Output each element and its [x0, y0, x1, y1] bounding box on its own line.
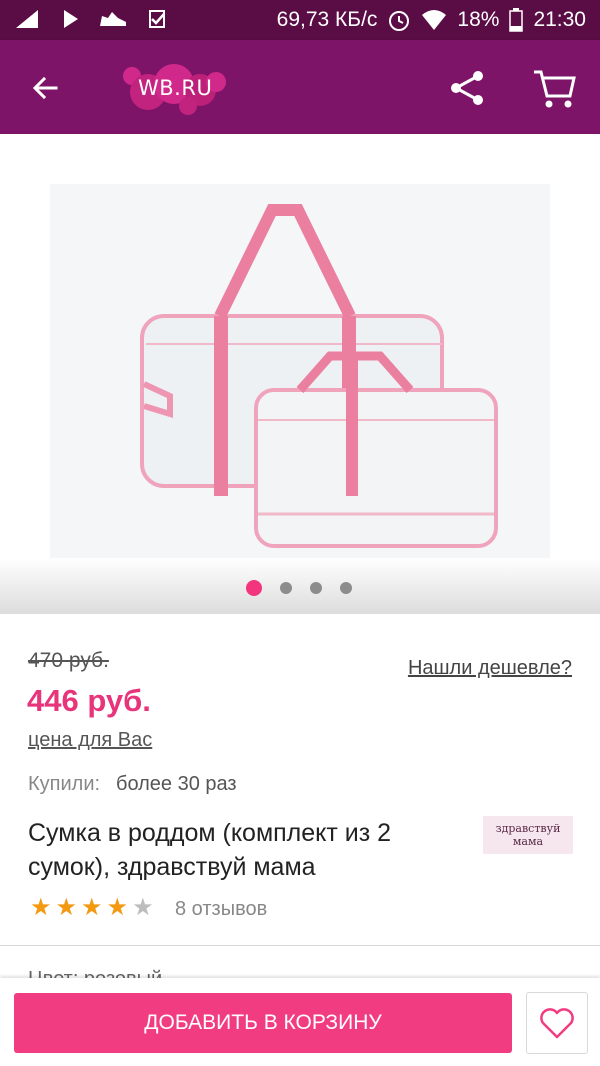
bottom-action-bar: ДОБАВИТЬ В КОРЗИНУ — [0, 978, 600, 1066]
brand-logo[interactable]: здравствуй мама — [483, 816, 573, 854]
brand-logo-text: здравствуй мама — [495, 822, 561, 848]
check-icon — [149, 10, 165, 28]
found-cheaper-link[interactable]: Нашли дешевле? — [408, 657, 572, 680]
heart-icon — [540, 1008, 574, 1039]
signal-icon — [16, 10, 38, 28]
battery-icon — [509, 8, 524, 32]
divider — [0, 945, 600, 946]
play-icon — [64, 10, 78, 28]
gallery-dot-3[interactable] — [310, 582, 322, 594]
gallery-dot-2[interactable] — [280, 582, 292, 594]
status-bar: 69,73 КБ/с 18% 21:30 — [0, 0, 600, 40]
cart-icon[interactable] — [530, 64, 578, 112]
old-price: 470 руб. — [28, 649, 109, 672]
star-filled-icon: ★ — [55, 894, 78, 921]
share-icon[interactable] — [446, 66, 490, 110]
battery-level: 18% — [457, 8, 500, 31]
star-filled-icon: ★ — [30, 894, 52, 921]
bags-illustration — [140, 204, 498, 548]
add-to-cart-button[interactable]: ДОБАВИТЬ В КОРЗИНУ — [14, 993, 512, 1053]
wifi-icon — [422, 10, 447, 30]
gallery-dots — [246, 580, 352, 596]
shoe-icon — [100, 12, 126, 26]
current-price: 446 руб. — [27, 683, 151, 718]
product-title: Сумка в роддом (комплект из 2 сумок), зд… — [28, 819, 392, 881]
gallery-dot-1[interactable] — [246, 580, 262, 596]
price-for-you-link[interactable]: цена для Вас — [28, 729, 152, 752]
reviews-link[interactable]: 8 отзывов — [175, 898, 267, 921]
clock: 21:30 — [533, 8, 586, 31]
star-filled-icon: ★ — [106, 894, 129, 921]
product-gallery[interactable] — [0, 134, 600, 614]
gallery-dot-4[interactable] — [340, 582, 352, 594]
alarm-icon — [389, 11, 410, 31]
network-speed: 69,73 КБ/с — [276, 8, 378, 31]
logo[interactable]: WB.RU — [138, 76, 212, 100]
product-image[interactable] — [50, 184, 550, 558]
star-empty-icon: ★ — [132, 894, 154, 921]
favorite-button[interactable] — [526, 992, 588, 1054]
purchases-value: более 30 раз — [116, 773, 237, 795]
star-filled-icon: ★ — [81, 894, 103, 921]
rating-stars[interactable]: ★ ★ ★ ★ ★ — [30, 896, 154, 920]
purchases-label: Купили: — [28, 773, 101, 795]
back-arrow-icon[interactable] — [26, 66, 70, 110]
app-bar: WB.RU — [0, 40, 600, 134]
